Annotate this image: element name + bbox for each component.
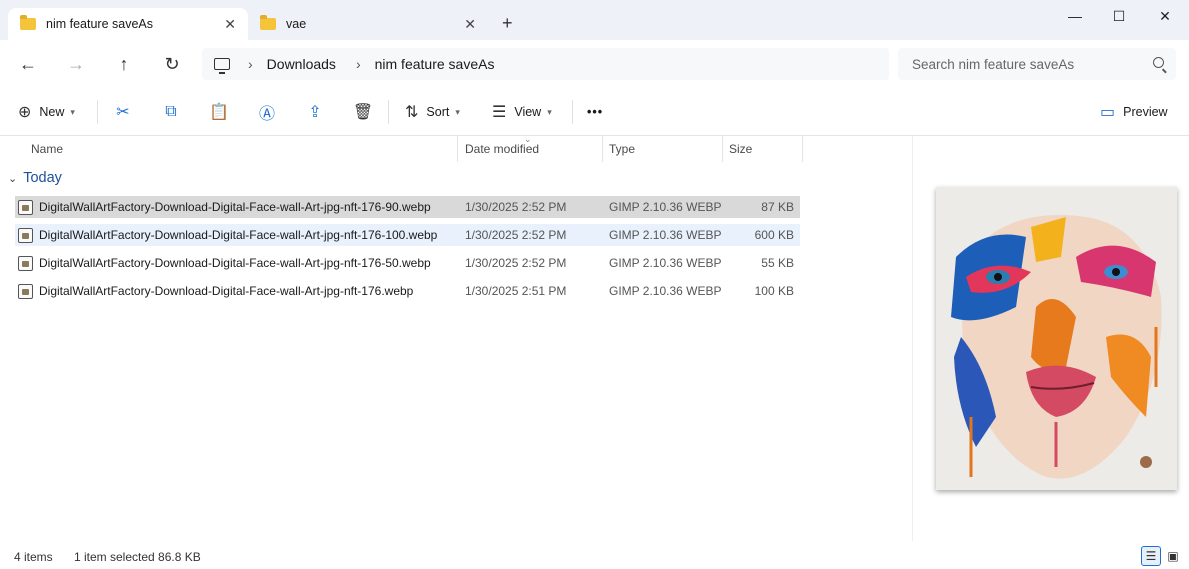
minimize-button[interactable]: — xyxy=(1065,6,1085,26)
column-divider[interactable] xyxy=(602,136,603,162)
close-tab-icon[interactable]: ✕ xyxy=(464,17,476,31)
image-file-icon xyxy=(18,200,33,215)
search-placeholder: Search nim feature saveAs xyxy=(912,56,1075,72)
image-file-icon xyxy=(18,256,33,271)
file-row[interactable]: DigitalWallArtFactory-Download-Digital-F… xyxy=(15,252,800,274)
plus-circle-icon: ⊕ xyxy=(18,104,32,121)
copy-icon[interactable]: ⧉ xyxy=(159,100,183,124)
column-name[interactable]: Name xyxy=(31,142,63,156)
breadcrumb-downloads[interactable]: Downloads xyxy=(267,56,336,72)
divider xyxy=(388,100,389,124)
more-options-button[interactable]: ••• xyxy=(587,100,603,124)
sort-label: Sort xyxy=(426,105,450,119)
group-header-today[interactable]: ⌄ Today xyxy=(8,170,62,186)
file-size: 55 KB xyxy=(761,256,794,270)
column-type[interactable]: Type xyxy=(609,142,635,156)
tiles-view-icon[interactable]: ▣ xyxy=(1163,546,1183,566)
address-bar[interactable]: › Downloads › nim feature saveAs xyxy=(202,48,889,80)
file-name: DigitalWallArtFactory-Download-Digital-F… xyxy=(39,256,431,270)
tab-vae[interactable]: vae ✕ xyxy=(248,8,488,40)
preview-pane-icon: ▭ xyxy=(1100,104,1116,121)
file-name: DigitalWallArtFactory-Download-Digital-F… xyxy=(39,200,431,214)
chevron-down-icon[interactable]: ⌄ xyxy=(8,172,17,185)
folder-icon xyxy=(260,15,276,30)
details-view-icon[interactable]: ☰ xyxy=(1141,546,1161,566)
file-date: 1/30/2025 2:52 PM xyxy=(465,228,567,242)
divider xyxy=(572,100,573,124)
file-date: 1/30/2025 2:51 PM xyxy=(465,284,567,298)
file-type: GIMP 2.10.36 WEBP xyxy=(609,256,722,270)
sort-icon: ⇅ xyxy=(405,104,419,121)
rename-icon[interactable]: Ⓐ xyxy=(255,100,279,124)
column-divider[interactable] xyxy=(802,136,803,162)
share-icon[interactable]: ⇪ xyxy=(303,100,327,124)
this-pc-icon[interactable] xyxy=(214,58,230,74)
preview-image xyxy=(936,187,1177,490)
cut-icon[interactable]: ✂ xyxy=(111,100,135,124)
breadcrumb-current-folder[interactable]: nim feature saveAs xyxy=(375,56,495,72)
up-button[interactable]: ↑ xyxy=(112,52,136,76)
navigation-bar: ← → ↑ ↻ › Downloads › nim feature saveAs… xyxy=(0,40,1189,88)
preview-label: Preview xyxy=(1123,105,1168,119)
divider xyxy=(97,100,98,124)
chevron-down-icon: ▾ xyxy=(70,106,75,117)
file-type: GIMP 2.10.36 WEBP xyxy=(609,200,722,214)
file-row[interactable]: DigitalWallArtFactory-Download-Digital-F… xyxy=(15,196,800,218)
close-tab-icon[interactable]: ✕ xyxy=(224,17,236,31)
preview-button[interactable]: ▭ Preview xyxy=(1100,100,1168,124)
group-label: Today xyxy=(23,170,62,186)
tab-label: vae xyxy=(286,17,307,31)
column-size[interactable]: Size xyxy=(729,142,752,156)
file-size: 600 KB xyxy=(754,228,794,242)
sort-button[interactable]: ⇅ Sort ▾ xyxy=(405,100,460,124)
file-size: 100 KB xyxy=(754,284,794,298)
search-input[interactable]: Search nim feature saveAs xyxy=(898,48,1176,80)
close-window-button[interactable]: ✕ xyxy=(1155,6,1175,26)
chevron-down-icon: ▾ xyxy=(455,106,460,117)
file-type: GIMP 2.10.36 WEBP xyxy=(609,284,722,298)
file-date: 1/30/2025 2:52 PM xyxy=(465,256,567,270)
file-type: GIMP 2.10.36 WEBP xyxy=(609,228,722,242)
column-divider[interactable] xyxy=(457,136,458,162)
new-tab-button[interactable]: + xyxy=(502,14,513,32)
face-painting-image xyxy=(936,187,1177,490)
status-bar: 4 items 1 item selected 86.8 KB ☰ ▣ xyxy=(0,541,1189,569)
chevron-right-icon[interactable]: › xyxy=(248,56,253,72)
file-name: DigitalWallArtFactory-Download-Digital-F… xyxy=(39,228,438,242)
column-divider[interactable] xyxy=(722,136,723,162)
selection-info: 1 item selected 86.8 KB xyxy=(74,550,201,564)
forward-button[interactable]: → xyxy=(64,52,88,76)
chevron-down-icon: ▾ xyxy=(547,106,552,117)
view-icon: ☰ xyxy=(492,104,507,121)
tab-label: nim feature saveAs xyxy=(46,17,153,31)
search-icon xyxy=(1153,57,1164,68)
sort-arrow-icon: ⌄ xyxy=(524,134,532,144)
delete-icon[interactable]: 🗑 xyxy=(351,100,375,124)
file-size: 87 KB xyxy=(761,200,794,214)
image-file-icon xyxy=(18,228,33,243)
view-button[interactable]: ☰ View ▾ xyxy=(492,100,552,124)
new-button[interactable]: ⊕ New ▾ xyxy=(18,100,75,124)
column-header: Name Date modified ⌄ Type Size xyxy=(0,134,912,162)
file-row[interactable]: DigitalWallArtFactory-Download-Digital-F… xyxy=(15,280,800,302)
view-label: View xyxy=(514,105,542,119)
new-label: New xyxy=(39,105,65,119)
back-button[interactable]: ← xyxy=(16,52,40,76)
image-file-icon xyxy=(18,284,33,299)
file-row[interactable]: DigitalWallArtFactory-Download-Digital-F… xyxy=(15,224,800,246)
command-bar: ⊕ New ▾ ✂ ⧉ 📋 Ⓐ ⇪ 🗑 ⇅ Sort ▾ ☰ View ▾ ••… xyxy=(0,88,1189,136)
file-name: DigitalWallArtFactory-Download-Digital-F… xyxy=(39,284,414,298)
paste-icon[interactable]: 📋 xyxy=(207,100,231,124)
maximize-button[interactable]: ☐ xyxy=(1109,6,1129,26)
title-bar: nim feature saveAs ✕ vae ✕ + — ☐ ✕ xyxy=(0,0,1189,40)
chevron-right-icon[interactable]: › xyxy=(356,56,361,72)
item-count: 4 items xyxy=(14,550,53,564)
folder-icon xyxy=(20,15,36,30)
file-date: 1/30/2025 2:52 PM xyxy=(465,200,567,214)
tab-nim-feature-saveas[interactable]: nim feature saveAs ✕ xyxy=(8,8,248,40)
refresh-button[interactable]: ↻ xyxy=(160,52,184,76)
